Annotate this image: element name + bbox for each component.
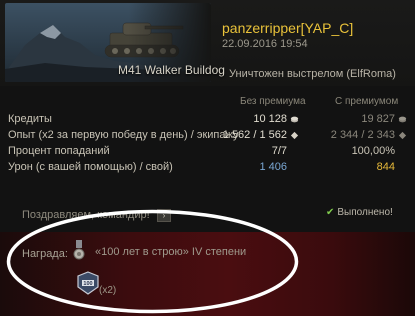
badge-label: 100 (83, 281, 92, 287)
stat-value-own-damage: 844 (376, 161, 395, 173)
stats-table: Кредиты 10 128 19 827 Опыт (x2 за первую… (0, 112, 415, 176)
mission-details-button[interactable]: › (157, 209, 171, 222)
reward-panel: Награда: «100 лет в строю» IV степени 10… (0, 232, 415, 316)
stat-label: Опыт (x2 за первую победу в день) / экип… (8, 129, 239, 141)
player-name: panzerripper[YAP_C] (222, 20, 354, 36)
badge-icon[interactable]: 100 (77, 271, 99, 295)
stats-row-damage: Урон (с вашей помощью) / свой) 1 406 844 (0, 160, 415, 176)
battle-datetime: 22.09.2016 19:54 (222, 38, 308, 50)
stat-value-premium: 2 344 / 2 343 (330, 129, 395, 141)
stat-value-premium: 19 827 (361, 113, 395, 125)
credits-icon (398, 116, 407, 123)
stats-row-hit-percent: Процент попаданий 7/7 100,00% (0, 144, 415, 160)
column-without-premium: Без премиума (240, 96, 306, 107)
reward-text: «100 лет в строю» IV степени (95, 246, 247, 258)
reward-label: Награда: (22, 248, 68, 260)
medal-icon[interactable] (73, 240, 85, 262)
stat-value-base: 1 562 / 1 562 (222, 129, 287, 141)
killed-by-text: Уничтожен выстрелом (ElfRoma) (229, 68, 396, 80)
stat-label: Урон (с вашей помощью) / свой) (8, 161, 173, 173)
stat-value-premium: 100,00% (351, 145, 395, 157)
mission-title: Поздравляем, командир! (22, 209, 150, 221)
column-with-premium: С премиумом (335, 96, 399, 107)
stats-row-credits: Кредиты 10 128 19 827 (0, 112, 415, 128)
mission-status: ✔ Выполнено! (326, 207, 393, 218)
tank-name: M41 Walker Buildog (118, 63, 225, 77)
stat-label: Кредиты (8, 113, 52, 125)
experience-icon (398, 131, 407, 140)
stat-value-base: 10 128 (253, 113, 287, 125)
stat-value-base: 7/7 (271, 145, 287, 157)
experience-icon (290, 131, 299, 140)
battle-header: M41 Walker Buildog panzerripper[YAP_C] 2… (0, 0, 415, 86)
mission-status-text: Выполнено! (337, 207, 393, 218)
stats-row-experience: Опыт (x2 за первую победу в день) / экип… (0, 128, 415, 144)
checkmark-icon: ✔ (326, 207, 335, 218)
reward-multiplier: (x2) (99, 285, 117, 296)
credits-icon (290, 116, 299, 123)
stat-value-assist: 1 406 (259, 161, 287, 173)
stat-label: Процент попаданий (8, 145, 110, 157)
